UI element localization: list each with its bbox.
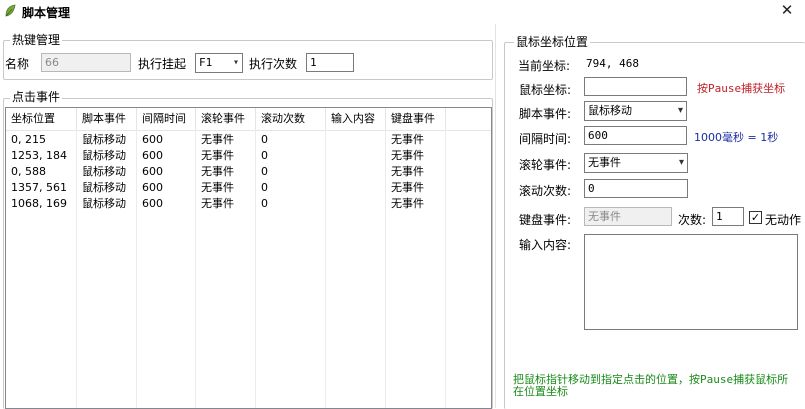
exec-count-label: 执行次数 — [249, 57, 298, 71]
cell-input-content — [326, 180, 331, 196]
window-title: 脚本管理 — [22, 6, 71, 20]
cell-key-event: 无事件 — [391, 165, 424, 178]
table-row[interactable]: 0, 215 鼠标移动 600 无事件 0 无事件 — [6, 132, 491, 148]
input-content-label: 输入内容: — [519, 238, 572, 252]
cell-interval: 600 — [142, 197, 163, 210]
cell-position: 1068, 169 — [11, 197, 67, 210]
mouse-coord-label: 鼠标坐标: — [519, 83, 572, 97]
close-icon[interactable]: ✕ — [770, 0, 804, 22]
mouse-panel-title: 鼠标坐标位置 — [514, 35, 591, 49]
current-coord-value: 794, 468 — [586, 57, 639, 70]
cell-scroll-count: 0 — [261, 133, 268, 146]
cell-interval: 600 — [142, 181, 163, 194]
wheel-event-label: 滚轮事件: — [519, 158, 572, 172]
input-content-textarea[interactable] — [584, 234, 798, 330]
col-header-position[interactable]: 坐标位置 — [6, 108, 77, 130]
times-label: 次数: — [678, 213, 707, 227]
cell-scroll-count: 0 — [261, 149, 268, 162]
cell-position: 0, 215 — [11, 133, 46, 146]
pause-capture-hint: 按Pause捕获坐标 — [697, 82, 786, 95]
cell-key-event: 无事件 — [391, 197, 424, 210]
table-row[interactable]: 1068, 169 鼠标移动 600 无事件 0 无事件 — [6, 196, 491, 212]
scroll-count-label: 滚动次数: — [519, 184, 572, 198]
cell-key-event: 无事件 — [391, 133, 424, 146]
cell-scroll-count: 0 — [261, 181, 268, 194]
key-event-field[interactable]: 无事件 — [584, 207, 672, 226]
cell-script-event: 鼠标移动 — [82, 181, 126, 194]
capture-instructions: 把鼠标指针移动到指定点击的位置，按Pause捕获鼠标所在位置坐标 — [513, 373, 789, 398]
checkmark-icon: ✓ — [750, 211, 761, 224]
cell-wheel-event: 无事件 — [201, 133, 234, 146]
col-header-interval[interactable]: 间隔时间 — [137, 108, 196, 130]
exec-hotkey-value: F1 — [199, 56, 213, 69]
times-field[interactable]: 1 — [712, 207, 744, 226]
cell-input-content — [326, 132, 331, 148]
cell-wheel-event: 无事件 — [201, 197, 234, 210]
cell-input-content — [326, 148, 331, 164]
cell-key-event: 无事件 — [391, 149, 424, 162]
chevron-down-icon: ▾ — [678, 157, 684, 168]
cell-position: 1253, 184 — [11, 149, 67, 162]
cell-scroll-count: 0 — [261, 197, 268, 210]
cell-key-event: 无事件 — [391, 181, 424, 194]
click-events-title: 点击事件 — [10, 90, 63, 104]
col-header-scroll-count[interactable]: 滚动次数 — [256, 108, 326, 130]
cell-position: 1357, 561 — [11, 181, 67, 194]
mouse-coord-field[interactable] — [584, 77, 687, 96]
cell-interval: 600 — [142, 165, 163, 178]
script-event-select[interactable]: 鼠标移动 ▾ — [584, 101, 687, 121]
cell-wheel-event: 无事件 — [201, 181, 234, 194]
exec-hotkey-select[interactable]: F1 ▾ — [195, 53, 243, 73]
name-field[interactable]: 66 — [41, 53, 131, 72]
scroll-count-field[interactable]: 0 — [584, 179, 688, 198]
script-event-label: 脚本事件: — [519, 107, 572, 121]
key-event-label: 键盘事件: — [519, 213, 572, 227]
cell-script-event: 鼠标移动 — [82, 149, 126, 162]
cell-input-content — [326, 164, 331, 180]
cell-scroll-count: 0 — [261, 165, 268, 178]
cell-script-event: 鼠标移动 — [82, 165, 126, 178]
interval-hint: 1000毫秒 = 1秒 — [694, 131, 779, 144]
panel-divider — [495, 24, 496, 408]
table-header: 坐标位置 脚本事件 间隔时间 滚轮事件 滚动次数 输入内容 键盘事件 — [6, 108, 491, 131]
wheel-event-select[interactable]: 无事件 ▾ — [584, 153, 688, 173]
cell-script-event: 鼠标移动 — [82, 133, 126, 146]
title-bar: 脚本管理 ✕ — [0, 0, 805, 24]
cell-script-event: 鼠标移动 — [82, 197, 126, 210]
col-header-key-event[interactable]: 键盘事件 — [386, 108, 446, 130]
interval-label: 间隔时间: — [519, 132, 572, 146]
table-row[interactable]: 0, 588 鼠标移动 600 无事件 0 无事件 — [6, 164, 491, 180]
cell-interval: 600 — [142, 149, 163, 162]
exec-hotkey-label: 执行挂起 — [138, 57, 187, 71]
script-event-value: 鼠标移动 — [588, 104, 632, 117]
cell-wheel-event: 无事件 — [201, 165, 234, 178]
exec-count-field[interactable]: 1 — [306, 53, 354, 72]
col-header-wheel-event[interactable]: 滚轮事件 — [196, 108, 256, 130]
app-leaf-icon — [5, 4, 16, 17]
chevron-down-icon: ▾ — [677, 105, 683, 116]
events-table[interactable]: 坐标位置 脚本事件 间隔时间 滚轮事件 滚动次数 输入内容 键盘事件 0, 21… — [5, 107, 492, 409]
cell-position: 0, 588 — [11, 165, 46, 178]
interval-field[interactable]: 600 — [584, 126, 687, 145]
table-row[interactable]: 1253, 184 鼠标移动 600 无事件 0 无事件 — [6, 148, 491, 164]
name-label: 名称 — [5, 57, 30, 71]
no-action-checkbox[interactable]: ✓ — [749, 211, 762, 224]
cell-input-content — [326, 196, 331, 212]
col-header-input-content[interactable]: 输入内容 — [326, 108, 386, 130]
current-coord-label: 当前坐标: — [518, 59, 571, 73]
no-action-label: 无动作 — [765, 213, 802, 227]
hotkey-group-title: 热键管理 — [10, 33, 63, 47]
cell-interval: 600 — [142, 133, 163, 146]
col-header-script-event[interactable]: 脚本事件 — [77, 108, 137, 130]
chevron-down-icon: ▾ — [232, 57, 239, 68]
table-row[interactable]: 1357, 561 鼠标移动 600 无事件 0 无事件 — [6, 180, 491, 196]
wheel-event-value: 无事件 — [588, 156, 621, 169]
cell-wheel-event: 无事件 — [201, 149, 234, 162]
